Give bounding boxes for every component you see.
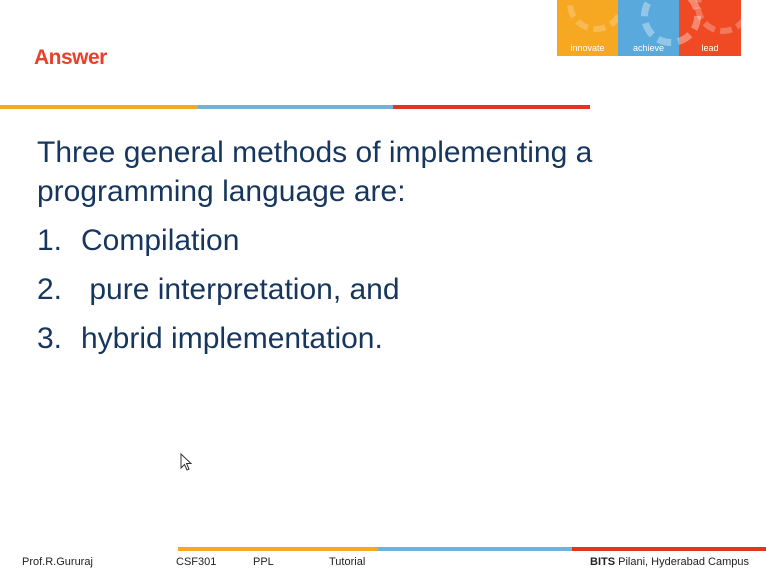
footer-stripe-red: [572, 547, 766, 551]
slide-body: Three general methods of implementing a …: [37, 133, 737, 358]
slide-title: Answer: [34, 46, 107, 69]
presentation-slide: innovate achieve lead Answer Three gener…: [0, 0, 766, 572]
gear-icon: [567, 0, 618, 32]
logo-label-lead: lead: [701, 43, 719, 53]
logo-label-achieve: achieve: [632, 43, 665, 53]
footer-session: Tutorial: [329, 556, 366, 568]
list-item-text: Compilation: [81, 224, 240, 257]
header-stripe-red: [393, 105, 590, 109]
footer-institution-rest: Pilani, Hyderabad Campus: [615, 556, 749, 568]
methods-list: 1. Compilation 2. pure interpretation, a…: [37, 221, 737, 358]
footer-institution-bold: BITS: [590, 556, 616, 568]
header-stripe-blue: [198, 105, 393, 109]
list-item-number: 2.: [37, 273, 63, 306]
logo-segment-innovate: innovate: [557, 0, 618, 56]
footer-institution: BITS Pilani, Hyderabad Campus: [590, 556, 749, 568]
footer-stripe-orange: [178, 547, 378, 551]
list-item-number: 3.: [37, 322, 63, 355]
header-stripe-orange: [0, 105, 198, 109]
list-item: 1. Compilation: [37, 221, 737, 260]
footer-course-code: CSF301: [176, 556, 217, 568]
footer-course-name: PPL: [253, 556, 274, 568]
mouse-cursor-icon: [180, 453, 192, 471]
list-item-text: hybrid implementation.: [81, 322, 383, 355]
list-item-number: 1.: [37, 224, 63, 257]
list-item: 2. pure interpretation, and: [37, 270, 737, 309]
logo-label-innovate: innovate: [570, 43, 605, 53]
intro-text: Three general methods of implementing a …: [37, 136, 593, 208]
list-item-text: pure interpretation, and: [81, 273, 400, 306]
footer-author: Prof.R.Gururaj: [22, 556, 93, 568]
bits-logo: innovate achieve lead: [557, 0, 751, 56]
footer-stripe-blue: [378, 547, 572, 551]
list-item: 3. hybrid implementation.: [37, 319, 737, 358]
